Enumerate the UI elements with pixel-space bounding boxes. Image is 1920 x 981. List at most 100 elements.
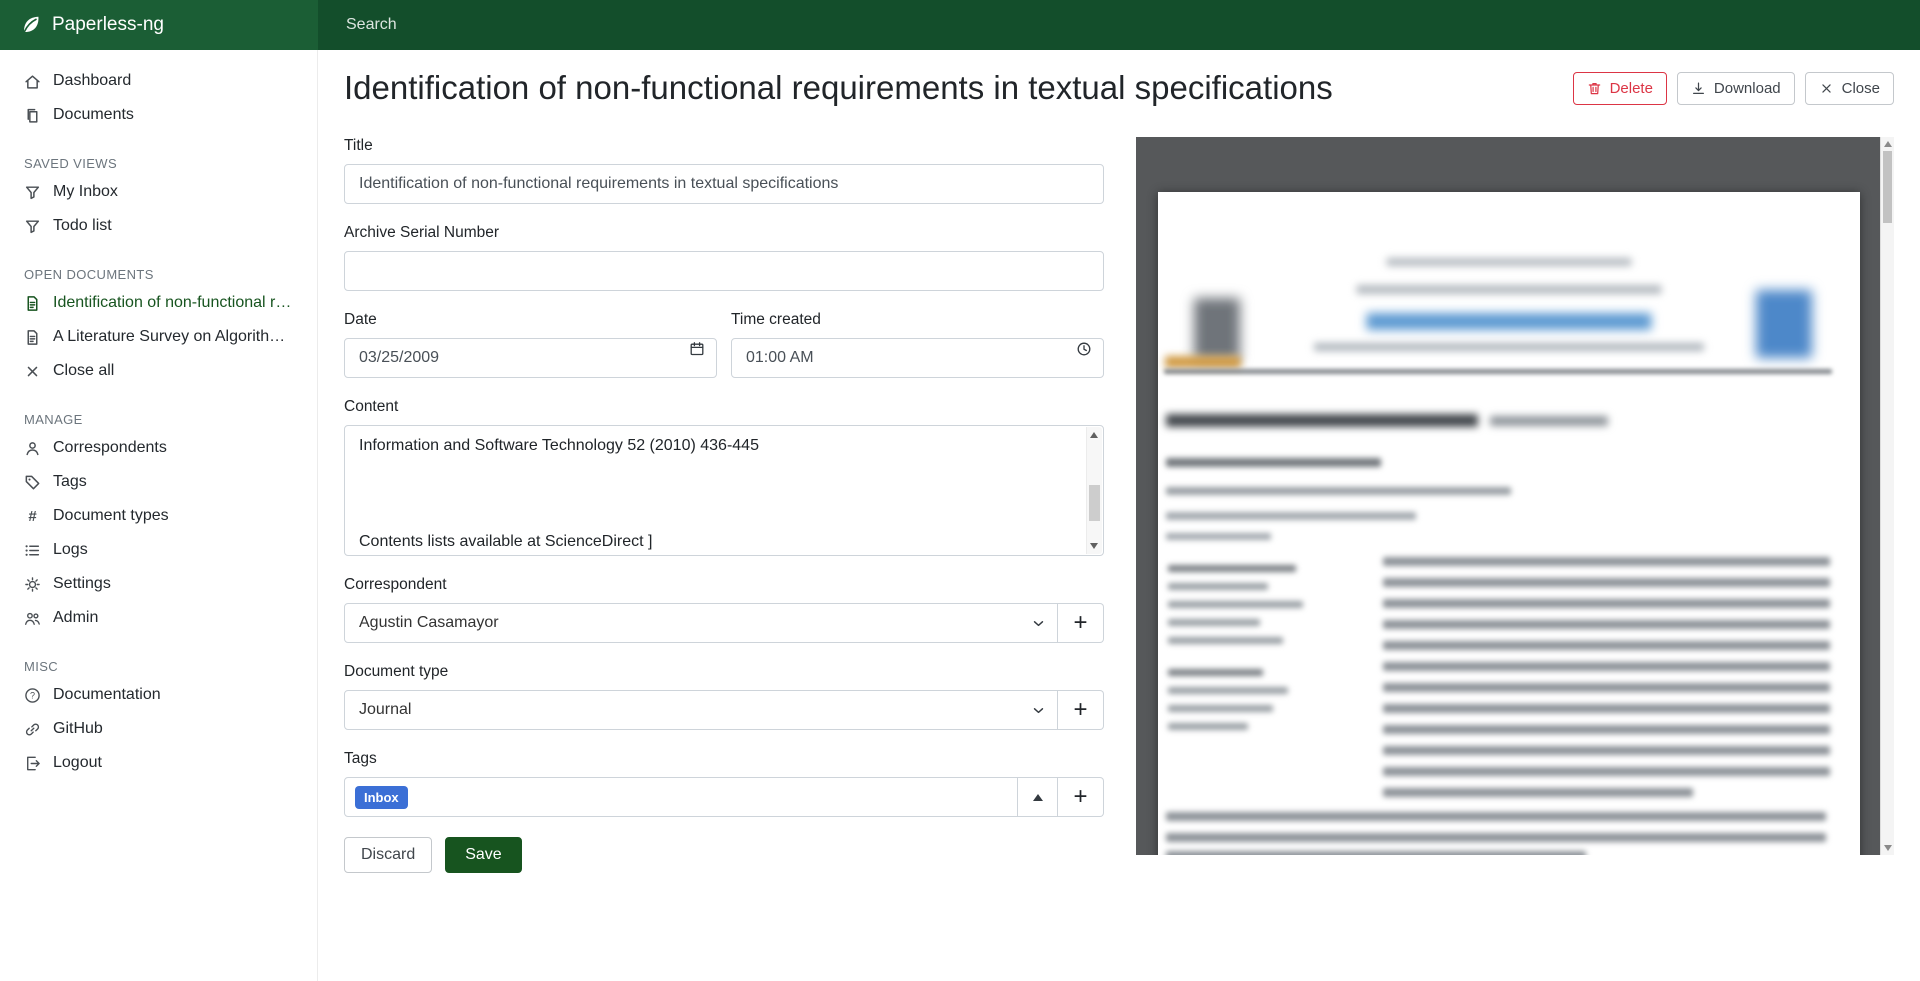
file-text-icon: [24, 295, 41, 312]
delete-button-label: Delete: [1610, 80, 1653, 97]
download-button[interactable]: Download: [1677, 72, 1795, 105]
blurred-line: [1168, 705, 1273, 712]
sidebar-item-label: Logout: [53, 754, 102, 772]
time-created-input[interactable]: [731, 338, 1104, 378]
scrollbar-thumb[interactable]: [1883, 151, 1892, 223]
sidebar-item-label: Documents: [53, 106, 134, 124]
correspondent-select[interactable]: Agustin Casamayor: [344, 603, 1058, 643]
blurred-abstract-line: [1383, 704, 1830, 713]
logout-icon: [24, 755, 41, 772]
sidebar-item-my-inbox[interactable]: My Inbox: [0, 175, 317, 209]
files-icon: [24, 107, 41, 124]
blurred-line: [1168, 669, 1263, 676]
sidebar-item-label: Correspondents: [53, 439, 167, 457]
people-icon: [24, 610, 41, 627]
sidebar-item-admin[interactable]: Admin: [0, 601, 317, 635]
add-correspondent-button[interactable]: +: [1058, 603, 1104, 643]
list-icon: [24, 542, 41, 559]
date-input[interactable]: [344, 338, 717, 378]
title-field-label: Title: [344, 137, 1104, 155]
blurred-abstract-line: [1383, 746, 1830, 755]
blurred-line: [1166, 512, 1416, 520]
add-document-type-button[interactable]: +: [1058, 690, 1104, 730]
sidebar: Dashboard Documents SAVED VIEWS My Inbox…: [0, 50, 318, 981]
preview-scrollbar[interactable]: [1880, 137, 1894, 855]
content-scrollbar[interactable]: [1086, 427, 1102, 554]
scrollbar-up-arrow[interactable]: [1090, 432, 1098, 438]
search-bar: [318, 0, 1920, 50]
main-content: Identification of non-functional require…: [318, 50, 1920, 981]
funnel-icon: [24, 184, 41, 201]
clock-icon[interactable]: [1076, 341, 1092, 357]
sidebar-item-documents[interactable]: Documents: [0, 98, 317, 132]
app-brand[interactable]: Paperless-ng: [0, 0, 318, 50]
page-title: Identification of non-functional require…: [344, 66, 1333, 110]
blurred-line: [1166, 833, 1826, 842]
blurred-abstract-line: [1383, 683, 1830, 692]
sidebar-item-todo-list[interactable]: Todo list: [0, 209, 317, 243]
close-button[interactable]: Close: [1805, 72, 1894, 105]
date-field-label: Date: [344, 311, 717, 329]
blurred-line: [1387, 258, 1632, 266]
scrollbar-down-arrow[interactable]: [1884, 845, 1892, 851]
scrollbar-up-arrow[interactable]: [1884, 141, 1892, 147]
sidebar-item-label: Identification of non-functional require…: [53, 294, 293, 312]
blurred-abstract-line: [1383, 767, 1830, 776]
sidebar-item-settings[interactable]: Settings: [0, 567, 317, 601]
tag-badge-inbox[interactable]: Inbox: [355, 786, 408, 809]
caret-up-icon: [1033, 794, 1043, 801]
tags-dropdown-toggle[interactable]: [1018, 777, 1058, 817]
sidebar-item-label: Document types: [53, 507, 169, 525]
search-input[interactable]: [318, 0, 1920, 50]
blurred-line: [1168, 619, 1260, 626]
sidebar-item-correspondents[interactable]: Correspondents: [0, 431, 317, 465]
sidebar-item-logout[interactable]: Logout: [0, 746, 317, 780]
blurred-authors: [1166, 458, 1381, 467]
document-type-field-label: Document type: [344, 663, 1104, 681]
close-button-label: Close: [1842, 80, 1880, 97]
blurred-abstract-line: [1383, 578, 1830, 587]
correspondent-selected-value: Agustin Casamayor: [359, 614, 499, 632]
chevron-down-icon: [1031, 616, 1046, 631]
person-icon: [24, 440, 41, 457]
blurred-line: [1166, 487, 1511, 495]
content-textarea[interactable]: Information and Software Technology 52 (…: [344, 425, 1104, 556]
blurred-title: [1490, 416, 1608, 426]
scrollbar-down-arrow[interactable]: [1090, 543, 1098, 549]
sidebar-item-github[interactable]: GitHub: [0, 712, 317, 746]
sidebar-item-label: Todo list: [53, 217, 112, 235]
calendar-icon[interactable]: [689, 341, 705, 357]
sidebar-item-tags[interactable]: Tags: [0, 465, 317, 499]
save-button[interactable]: Save: [445, 837, 521, 873]
sidebar-item-document-types[interactable]: # Document types: [0, 499, 317, 533]
document-type-select[interactable]: Journal: [344, 690, 1058, 730]
hash-icon: #: [24, 508, 41, 525]
sidebar-item-dashboard[interactable]: Dashboard: [0, 64, 317, 98]
sidebar-item-label: Settings: [53, 575, 111, 593]
top-navbar: Paperless-ng: [0, 0, 1920, 50]
blurred-line: [1166, 533, 1271, 540]
blurred-title: [1166, 414, 1478, 427]
tags-field-label: Tags: [344, 750, 1104, 768]
scrollbar-thumb[interactable]: [1089, 485, 1100, 521]
funnel-icon: [24, 218, 41, 235]
title-input[interactable]: [344, 164, 1104, 204]
delete-button[interactable]: Delete: [1573, 72, 1667, 105]
sidebar-item-close-all[interactable]: Close all: [0, 354, 317, 388]
archive-serial-number-input[interactable]: [344, 251, 1104, 291]
blurred-abstract-line: [1383, 788, 1693, 797]
sidebar-open-document-2[interactable]: A Literature Survey on Algorithms for Mu…: [0, 320, 317, 354]
add-tag-button[interactable]: +: [1058, 777, 1104, 817]
time-created-field-label: Time created: [731, 311, 1104, 329]
sidebar-item-logs[interactable]: Logs: [0, 533, 317, 567]
blurred-journal-logo: [1194, 298, 1240, 360]
sidebar-open-document-1[interactable]: Identification of non-functional require…: [0, 286, 317, 320]
blurred-line: [1168, 601, 1303, 608]
sidebar-item-documentation[interactable]: ? Documentation: [0, 678, 317, 712]
tags-input[interactable]: Inbox: [344, 777, 1018, 817]
discard-button[interactable]: Discard: [344, 837, 432, 873]
gear-icon: [24, 576, 41, 593]
sidebar-item-label: Documentation: [53, 686, 161, 704]
blurred-divider: [1164, 369, 1832, 374]
blurred-line: [1168, 687, 1288, 694]
